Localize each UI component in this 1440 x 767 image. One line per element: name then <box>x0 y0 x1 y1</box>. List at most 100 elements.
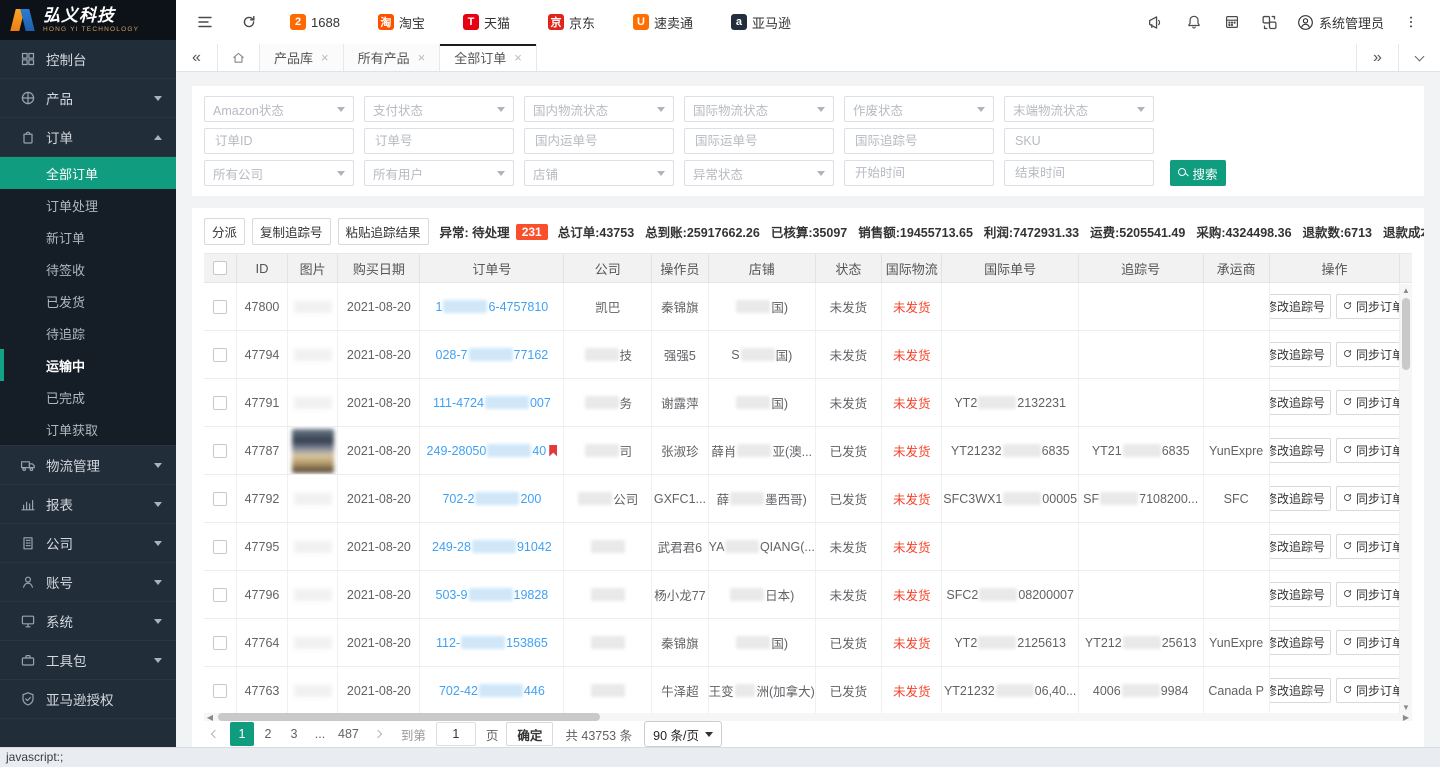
sync-order-button[interactable]: 同步订单 <box>1336 294 1400 319</box>
filter-input-r2-5[interactable] <box>1004 128 1154 154</box>
announcement-icon[interactable] <box>1141 7 1171 37</box>
scroll-right-arrow[interactable]: ▶ <box>1400 711 1412 723</box>
home-tab-button[interactable] <box>218 44 260 71</box>
sync-order-button[interactable]: 同步订单 <box>1336 486 1400 511</box>
sidebar-subitem-to-sign[interactable]: 待签收 <box>0 253 176 285</box>
filter-input-r2-1-input[interactable] <box>373 133 505 149</box>
edit-tracking-button[interactable]: 修改追踪号 <box>1270 438 1331 463</box>
sidebar-subitem-shipped[interactable]: 已发货 <box>0 285 176 317</box>
filter-input-r2-4-input[interactable] <box>853 133 985 149</box>
sync-order-button[interactable]: 同步订单 <box>1336 342 1400 367</box>
vertical-scrollbar[interactable]: ▲ ▼ <box>1400 284 1412 713</box>
filter-input-r2-2[interactable] <box>524 128 674 154</box>
filter-select-r1-5[interactable]: 末端物流状态 <box>1004 96 1154 122</box>
product-thumbnail[interactable] <box>292 429 334 473</box>
stats-action-button-2[interactable]: 粘贴追踪结果 <box>338 218 429 245</box>
marketplace-link-1688[interactable]: 21688 <box>290 14 340 30</box>
sidebar-item-account[interactable]: 账号 <box>0 563 176 602</box>
page-button-2[interactable]: 2 <box>256 722 280 746</box>
order-number-link[interactable]: 111-4724007 <box>420 379 564 426</box>
calculator-icon[interactable] <box>1217 7 1247 37</box>
sidebar-item-amazon-auth[interactable]: 亚马逊授权 <box>0 680 176 719</box>
close-icon[interactable]: × <box>321 50 329 65</box>
horizontal-scrollbar[interactable]: ◀ ▶ <box>204 713 1412 721</box>
order-number-link[interactable]: 16-4757810 <box>420 283 564 330</box>
filter-input-r2-3[interactable] <box>684 128 834 154</box>
tab-product-lib[interactable]: 产品库× <box>260 44 344 71</box>
page-jump-confirm-button[interactable]: 确定 <box>506 722 553 746</box>
edit-tracking-button[interactable]: 修改追踪号 <box>1270 486 1331 511</box>
select-all-checkbox[interactable] <box>213 261 227 275</box>
row-checkbox[interactable] <box>213 540 227 554</box>
order-number-link[interactable]: 249-2805040 <box>420 427 564 474</box>
page-button-487[interactable]: 487 <box>334 722 363 746</box>
page-size-select[interactable]: 90 条/页 <box>644 721 722 747</box>
row-checkbox[interactable] <box>213 396 227 410</box>
sidebar-subitem-order-process[interactable]: 订单处理 <box>0 189 176 221</box>
filter-select-r1-4[interactable]: 作废状态 <box>844 96 994 122</box>
sync-order-button[interactable]: 同步订单 <box>1336 534 1400 559</box>
tabs-scroll-right-button[interactable]: » <box>1356 44 1398 71</box>
sidebar-subitem-all-orders[interactable]: 全部订单 <box>0 157 176 189</box>
sync-order-button[interactable]: 同步订单 <box>1336 630 1400 655</box>
sidebar-item-toolbox[interactable]: 工具包 <box>0 641 176 680</box>
order-number-link[interactable]: 702-42446 <box>420 667 564 713</box>
edit-tracking-button[interactable]: 修改追踪号 <box>1270 678 1331 703</box>
row-checkbox[interactable] <box>213 492 227 506</box>
edit-tracking-button[interactable]: 修改追踪号 <box>1270 390 1331 415</box>
edit-tracking-button[interactable]: 修改追踪号 <box>1270 534 1331 559</box>
sidebar-item-dashboard[interactable]: 控制台 <box>0 40 176 79</box>
row-checkbox[interactable] <box>213 348 227 362</box>
exception-count-badge[interactable]: 231 <box>516 224 548 240</box>
row-checkbox[interactable] <box>213 444 227 458</box>
edit-tracking-button[interactable]: 修改追踪号 <box>1270 342 1331 367</box>
notifications-bell-icon[interactable] <box>1179 7 1209 37</box>
filter-select-r3-1[interactable]: 所有用户 <box>364 160 514 186</box>
marketplace-link-jd[interactable]: 京京东 <box>548 13 595 32</box>
tab-all-products[interactable]: 所有产品× <box>344 44 441 71</box>
close-icon[interactable]: × <box>418 50 426 65</box>
marketplace-link-tmall[interactable]: T天猫 <box>463 13 510 32</box>
filter-select-r3-2[interactable]: 店铺 <box>524 160 674 186</box>
marketplace-link-amazon[interactable]: a亚马逊 <box>731 13 791 32</box>
sidebar-item-order[interactable]: 订单 <box>0 118 176 157</box>
sidebar-subitem-new-orders[interactable]: 新订单 <box>0 221 176 253</box>
sync-order-button[interactable]: 同步订单 <box>1336 678 1400 703</box>
sidebar-subitem-to-track[interactable]: 待追踪 <box>0 317 176 349</box>
sync-order-button[interactable]: 同步订单 <box>1336 438 1400 463</box>
page-button-3[interactable]: 3 <box>282 722 306 746</box>
filter-input-r2-1[interactable] <box>364 128 514 154</box>
search-button[interactable]: 搜索 <box>1170 160 1226 186</box>
filter-date-0-input[interactable] <box>853 165 985 181</box>
filter-input-r2-0[interactable] <box>204 128 354 154</box>
edit-tracking-button[interactable]: 修改追踪号 <box>1270 582 1331 607</box>
scroll-left-arrow[interactable]: ◀ <box>204 711 216 723</box>
vertical-scroll-thumb[interactable] <box>1402 298 1410 370</box>
filter-select-r1-1[interactable]: 支付状态 <box>364 96 514 122</box>
sidebar-item-product[interactable]: 产品 <box>0 79 176 118</box>
filter-select-r3-3[interactable]: 异常状态 <box>684 160 834 186</box>
filter-select-r3-0[interactable]: 所有公司 <box>204 160 354 186</box>
refresh-icon[interactable] <box>234 7 264 37</box>
marketplace-link-taobao[interactable]: 淘淘宝 <box>378 13 425 32</box>
filter-input-r2-4[interactable] <box>844 128 994 154</box>
order-number-link[interactable]: 503-919828 <box>420 571 564 618</box>
sync-order-button[interactable]: 同步订单 <box>1336 582 1400 607</box>
page-jump-input[interactable] <box>436 722 476 746</box>
collapse-menu-icon[interactable] <box>190 7 220 37</box>
filter-select-r1-3[interactable]: 国际物流状态 <box>684 96 834 122</box>
prev-page-button[interactable] <box>204 722 226 746</box>
filter-date-0[interactable] <box>844 160 994 186</box>
edit-tracking-button[interactable]: 修改追踪号 <box>1270 294 1331 319</box>
filter-input-r2-5-input[interactable] <box>1013 133 1145 149</box>
row-checkbox[interactable] <box>213 684 227 698</box>
row-checkbox[interactable] <box>213 588 227 602</box>
sidebar-subitem-completed[interactable]: 已完成 <box>0 381 176 413</box>
sidebar-item-company[interactable]: 公司 <box>0 524 176 563</box>
sidebar-item-logistics[interactable]: 物流管理 <box>0 446 176 485</box>
edit-tracking-button[interactable]: 修改追踪号 <box>1270 630 1331 655</box>
sidebar-item-system[interactable]: 系统 <box>0 602 176 641</box>
order-number-link[interactable]: 028-777162 <box>420 331 564 378</box>
user-menu[interactable]: 系统管理员 <box>1297 13 1384 32</box>
row-checkbox[interactable] <box>213 300 227 314</box>
